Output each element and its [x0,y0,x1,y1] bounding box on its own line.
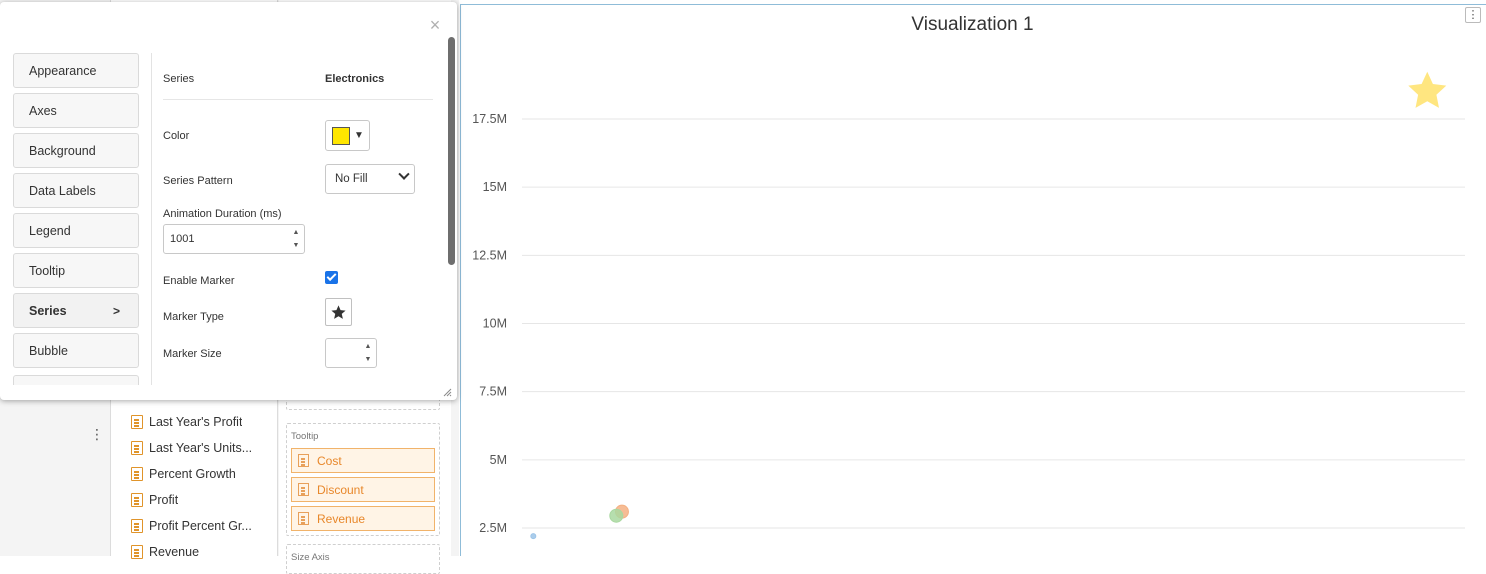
y-tick-label: 5M [490,453,507,467]
menu-item-data-labels[interactable]: Data Labels [13,173,139,208]
y-tick-label: 17.5M [472,112,507,126]
field-label: Profit Percent Gr... [149,519,252,533]
tooltip-pill-cost[interactable]: Cost [291,448,435,473]
spin-down-icon[interactable]: ▼ [363,355,373,365]
size-axis-well[interactable]: Size Axis [286,544,440,574]
popup-scrollbar-thumb[interactable] [448,37,455,265]
field-item[interactable]: Percent Growth [131,464,236,484]
menu-item-axes[interactable]: Axes [13,93,139,128]
pill-label: Discount [317,482,364,497]
settings-menu: Appearance Axes Background Data Labels L… [13,53,139,385]
enable-marker-label: Enable Marker [163,275,235,287]
menu-item-label: Appearance [29,63,97,78]
spin-up-icon[interactable]: ▲ [291,228,301,238]
chart-title: Visualization 1 [911,14,1034,35]
chart-settings-popup: × Appearance Axes Background Data Labels… [0,2,457,400]
measure-field-icon [131,519,143,533]
measure-field-icon [131,467,143,481]
menu-item-tooltip[interactable]: Tooltip [13,253,139,288]
chart-options-kebab-icon[interactable]: ⋮ [1465,7,1481,23]
menu-item-label: Axes [29,103,57,118]
measure-field-icon [298,454,309,467]
animation-duration-input[interactable]: 1001 ▲ ▼ [163,224,305,254]
menu-divider [151,53,152,385]
y-tick-label: 7.5M [479,385,507,399]
field-item[interactable]: Last Year's Units... [131,438,252,458]
tooltip-well-title: Tooltip [291,431,319,442]
series-header-label: Series [163,73,195,85]
animation-duration-value: 1001 [170,233,195,245]
spin-down-icon[interactable]: ▼ [291,241,301,251]
marker-size-label: Marker Size [163,348,222,360]
menu-item-label: Series [29,303,67,318]
measure-field-icon [131,441,143,455]
caret-down-icon: ▼ [354,130,364,141]
chevron-down-icon [398,168,410,180]
menu-item-label: Tooltip [29,263,66,278]
pill-label: Cost [317,453,342,468]
menu-item-partial[interactable] [13,375,139,385]
field-item[interactable]: Revenue [131,542,199,562]
marker-type-button[interactable] [325,298,352,326]
marker-size-input[interactable]: ▲ ▼ [325,338,377,368]
y-tick-label: 2.5M [479,521,507,535]
menu-item-label: Background [29,143,96,158]
series-pattern-label: Series Pattern [163,175,233,187]
field-label: Last Year's Units... [149,441,253,455]
data-point[interactable] [1408,71,1447,108]
measure-field-icon [131,545,143,559]
color-label: Color [163,130,190,142]
menu-item-label: Legend [29,223,71,238]
tooltip-pill-revenue[interactable]: Revenue [291,506,435,531]
y-tick-label: 10M [483,317,507,331]
measure-field-icon [131,415,143,429]
series-name-value: Electronics [325,73,385,85]
color-swatch [332,126,350,145]
series-pattern-value: No Fill [335,173,368,185]
divider [163,99,433,100]
menu-item-legend[interactable]: Legend [13,213,139,248]
star-icon [331,304,346,319]
field-label: Profit [149,493,179,507]
y-tick-label: 15M [483,180,507,194]
menu-item-bubble[interactable]: Bubble [13,333,139,368]
field-item[interactable]: Last Year's Profit [131,412,242,432]
menu-item-appearance[interactable]: Appearance [13,53,139,88]
data-point[interactable] [609,508,624,523]
tooltip-well[interactable]: Tooltip Cost Discount Revenue [286,423,440,536]
field-label: Last Year's Profit [149,415,243,429]
field-item[interactable]: Profit Percent Gr... [131,516,252,536]
y-tick-label: 12.5M [472,248,507,262]
animation-duration-label: Animation Duration (ms) [163,208,282,220]
chevron-right-icon: > [112,303,120,318]
menu-item-series[interactable]: Series > [13,293,139,328]
color-picker[interactable]: ▼ [325,120,370,151]
tooltip-pill-discount[interactable]: Discount [291,477,435,502]
spin-up-icon[interactable]: ▲ [363,342,373,352]
menu-item-label: Bubble [29,343,68,358]
field-options-kebab-icon[interactable]: ⋮ [90,426,104,442]
size-axis-well-title: Size Axis [291,552,330,563]
data-point[interactable] [530,533,537,540]
marker-type-label: Marker Type [163,311,224,323]
menu-item-background[interactable]: Background [13,133,139,168]
field-label: Percent Growth [149,467,236,481]
measure-field-icon [298,512,309,525]
menu-item-label: Data Labels [29,183,96,198]
field-item[interactable]: Profit [131,490,178,510]
measure-field-icon [298,483,309,496]
scatter-chart: 17.5M 15M 12.5M 10M 7.5M 5M 2.5M [472,71,1465,540]
pill-label: Revenue [317,511,366,526]
series-properties: Series Electronics Color ▼ Series Patter… [163,53,433,385]
close-icon[interactable]: × [427,16,443,34]
field-label: Revenue [149,545,200,559]
series-pattern-select[interactable]: No Fill [325,164,415,194]
resize-handle-icon[interactable] [443,388,452,397]
enable-marker-checkbox[interactable] [325,271,338,284]
measure-field-icon [131,493,143,507]
